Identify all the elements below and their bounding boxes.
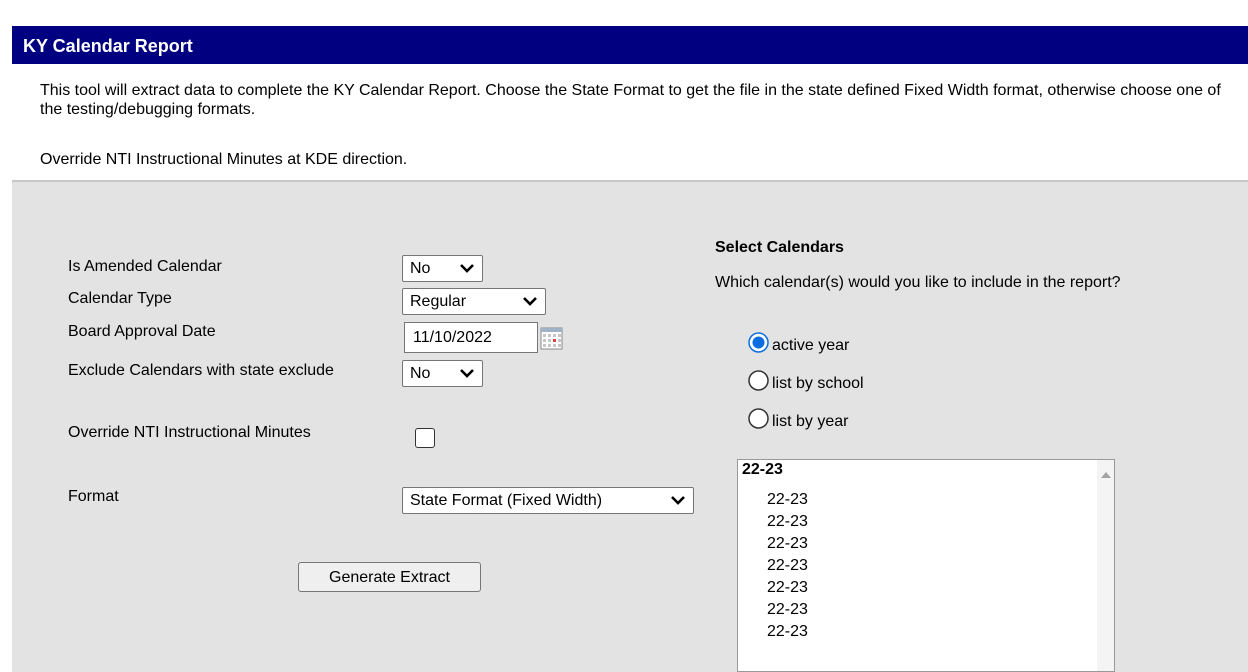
- top-margin: [0, 0, 1248, 26]
- board-approval-date-input[interactable]: 11/10/2022: [404, 322, 538, 353]
- amended-calendar-label: Is Amended Calendar: [68, 258, 222, 275]
- radio-active-year-label: active year: [772, 337, 850, 354]
- scroll-up-arrow-icon[interactable]: [1101, 472, 1111, 478]
- radio-active-year[interactable]: [748, 332, 769, 353]
- list-group-header: 22-23: [742, 461, 783, 478]
- list-item[interactable]: 22-23: [767, 600, 808, 619]
- radio-list-by-year[interactable]: [748, 408, 769, 429]
- calendar-type-select[interactable]: Regular: [402, 288, 546, 315]
- format-value: State Format (Fixed Width): [410, 492, 603, 509]
- list-item[interactable]: 22-23: [767, 534, 808, 553]
- radio-list-by-school[interactable]: [748, 370, 769, 391]
- list-item[interactable]: 22-23: [767, 490, 808, 509]
- chevron-down-icon: [460, 264, 474, 273]
- format-label: Format: [68, 488, 119, 505]
- exclude-state-value: No: [410, 365, 431, 382]
- calendar-icon[interactable]: [540, 326, 563, 350]
- description-note: Override NTI Instructional Minutes at KD…: [40, 151, 408, 168]
- calendar-type-label: Calendar Type: [68, 290, 172, 307]
- list-item[interactable]: 22-23: [767, 578, 808, 597]
- list-item[interactable]: 22-23: [767, 556, 808, 575]
- description-text: This tool will extract data to complete …: [40, 82, 1221, 118]
- chevron-down-icon: [460, 369, 474, 378]
- exclude-state-label: Exclude Calendars with state exclude: [68, 362, 334, 379]
- exclude-state-select[interactable]: No: [402, 360, 483, 387]
- page-title: KY Calendar Report: [12, 26, 1248, 64]
- override-nti-checkbox[interactable]: [415, 428, 435, 448]
- list-item[interactable]: 22-23: [767, 512, 808, 531]
- list-item[interactable]: 22-23: [767, 622, 808, 641]
- calendar-type-value: Regular: [410, 293, 467, 310]
- select-calendars-heading: Select Calendars: [715, 239, 844, 256]
- board-approval-label: Board Approval Date: [68, 323, 216, 340]
- amended-calendar-value: No: [410, 260, 431, 277]
- description-box: This tool will extract data to complete …: [12, 64, 1248, 182]
- listbox-scrollbar[interactable]: [1097, 460, 1114, 671]
- chevron-down-icon: [671, 496, 685, 505]
- radio-list-by-year-label: list by year: [772, 413, 849, 430]
- chevron-down-icon: [523, 297, 537, 306]
- calendar-listbox[interactable]: 22-23 22-23 22-23 22-23 22-23 22-23 22-2…: [737, 459, 1115, 672]
- radio-list-by-school-label: list by school: [772, 375, 864, 392]
- select-calendars-question: Which calendar(s) would you like to incl…: [715, 274, 1121, 291]
- generate-extract-button[interactable]: Generate Extract: [298, 562, 481, 592]
- format-select[interactable]: State Format (Fixed Width): [402, 487, 694, 514]
- report-options-panel: Is Amended Calendar No Calendar Type Reg…: [12, 182, 1248, 672]
- amended-calendar-select[interactable]: No: [402, 255, 483, 282]
- board-approval-date-value: 11/10/2022: [413, 329, 492, 346]
- override-nti-label: Override NTI Instructional Minutes: [68, 424, 311, 441]
